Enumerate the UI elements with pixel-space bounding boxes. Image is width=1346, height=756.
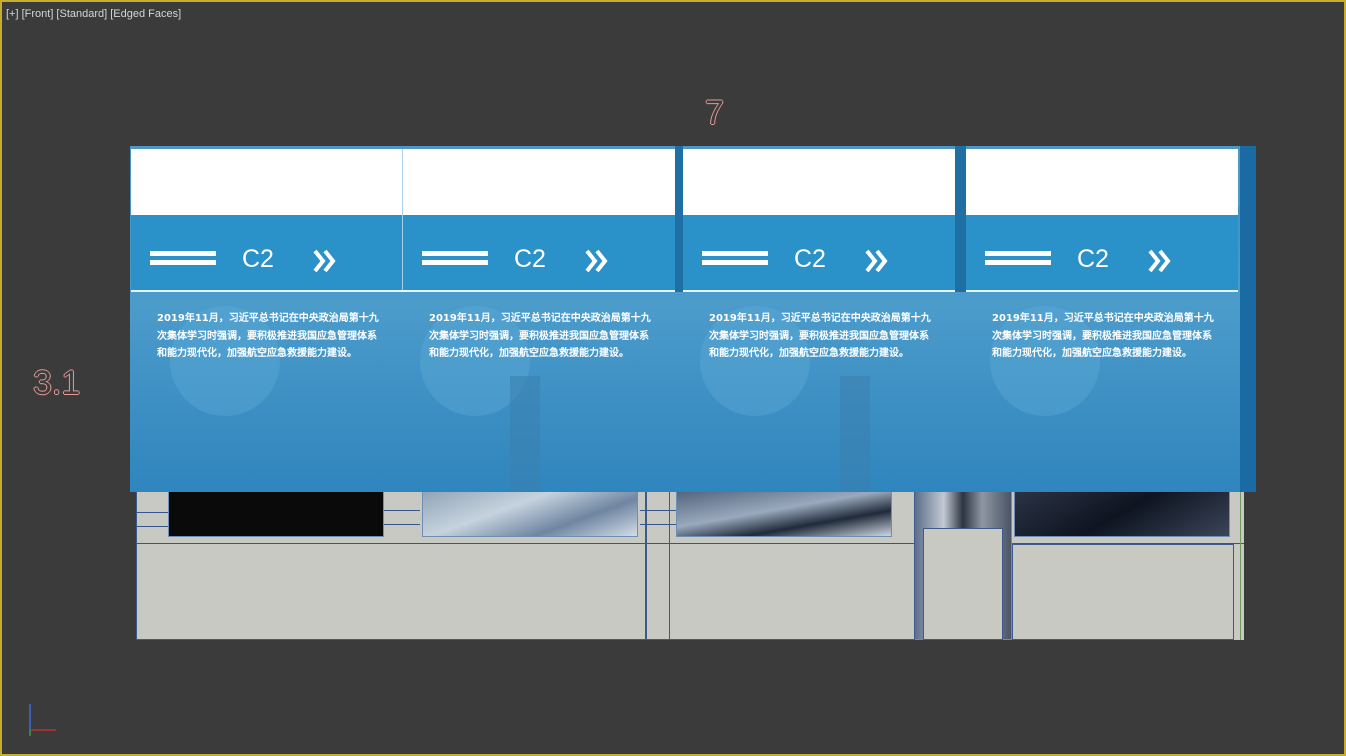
horizontal-lines-icon [702, 251, 768, 271]
front-viewport[interactable]: [+] [Front] [Standard] [Edged Faces] 7 3… [0, 0, 1346, 756]
cabinet-frame [646, 488, 670, 640]
panel-divider-line [131, 290, 403, 292]
panel-divider-line [966, 290, 1238, 292]
panel-gap [955, 146, 966, 292]
panel-white-header [683, 149, 955, 215]
panel-divider-line [403, 290, 675, 292]
door-frame [923, 528, 1003, 640]
banner-panel[interactable]: C2 2019年11月，习近平总书记在中央政治局第十九次集体学习时强调，要积极推… [966, 146, 1238, 492]
panel-title: C2 [242, 245, 274, 273]
banner-panel[interactable]: C2 2019年11月，习近平总书记在中央政治局第十九次集体学习时强调，要积极推… [683, 146, 955, 492]
banner-side-edge [1240, 146, 1256, 492]
banner-panel[interactable]: C2 2019年11月，习近平总书记在中央政治局第十九次集体学习时强调，要积极推… [403, 146, 675, 492]
panel-body-text: 2019年11月，习近平总书记在中央政治局第十九次集体学习时强调，要积极推进我国… [157, 313, 379, 359]
double-chevron-right-icon [585, 249, 608, 273]
panel-body-text: 2019年11月，习近平总书记在中央政治局第十九次集体学习时强调，要积极推进我国… [992, 313, 1214, 359]
panel-title: C2 [514, 245, 546, 273]
dimension-text-top: 7 [705, 94, 724, 132]
cabinet-frame [136, 488, 646, 640]
cabinet-frame [1012, 544, 1234, 640]
lower-cabinet-geometry[interactable] [136, 488, 1244, 640]
panel-divider-line [683, 290, 955, 292]
horizontal-lines-icon [150, 251, 216, 271]
panel-white-header [966, 149, 1238, 215]
viewport-label[interactable]: [+] [Front] [Standard] [Edged Faces] [6, 8, 181, 20]
double-chevron-right-icon [313, 249, 336, 273]
panel-title: C2 [794, 245, 826, 273]
banner-panel[interactable]: C2 2019年11月，习近平总书记在中央政治局第十九次集体学习时强调，要积极推… [131, 146, 403, 492]
axis-gizmo-icon [29, 704, 56, 736]
double-chevron-right-icon [865, 249, 888, 273]
dimension-text-left: 3.1 [33, 364, 81, 402]
panel-white-header [131, 149, 403, 215]
panel-white-header [403, 149, 675, 215]
cabinet-frame [669, 488, 915, 640]
double-chevron-right-icon [1148, 249, 1171, 273]
panel-title: C2 [1077, 245, 1109, 273]
panel-body-text: 2019年11月，习近平总书记在中央政治局第十九次集体学习时强调，要积极推进我国… [429, 313, 651, 359]
horizontal-lines-icon [985, 251, 1051, 271]
horizontal-lines-icon [422, 251, 488, 271]
screen-photo [1014, 488, 1230, 537]
banner-geometry[interactable]: C2 2019年11月，习近平总书记在中央政治局第十九次集体学习时强调，要积极推… [130, 146, 1256, 492]
panel-gap [675, 146, 683, 292]
panel-body-text: 2019年11月，习近平总书记在中央政治局第十九次集体学习时强调，要积极推进我国… [709, 313, 931, 359]
edge-line [1240, 488, 1241, 640]
